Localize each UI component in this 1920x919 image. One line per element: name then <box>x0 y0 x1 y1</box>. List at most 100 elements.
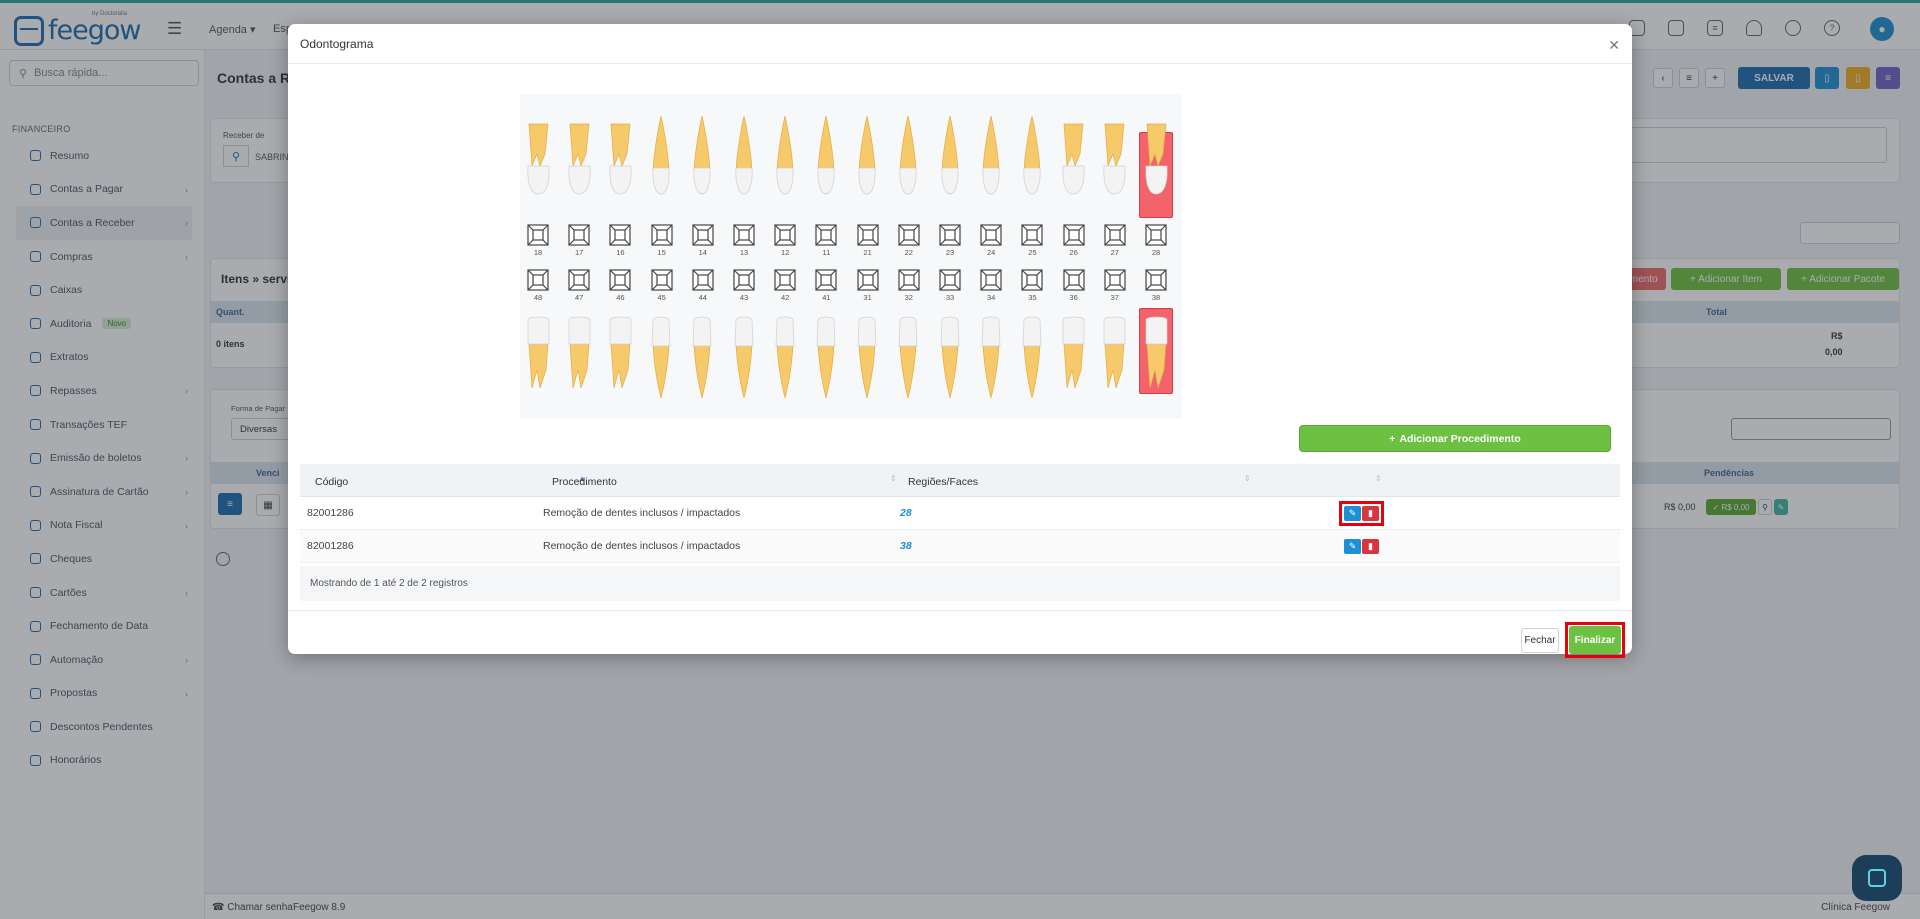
close-button[interactable]: Fechar <box>1521 628 1559 653</box>
tooth-11[interactable] <box>813 114 840 198</box>
tooth-faces-33[interactable] <box>939 269 961 291</box>
tooth-32[interactable] <box>895 316 922 400</box>
tooth-faces-36[interactable] <box>1062 269 1085 291</box>
tooth-faces-43[interactable] <box>733 269 755 291</box>
add-procedure-button[interactable]: + Adicionar Procedimento <box>1299 425 1611 452</box>
col-regioes[interactable]: Regiões/Faces <box>908 476 978 488</box>
tooth-faces-48[interactable] <box>527 269 549 291</box>
row-regiao-link[interactable]: 28 <box>900 507 912 519</box>
tooth-number: 31 <box>863 293 872 302</box>
table-row: 82001286 Remoção de dentes inclusos / im… <box>300 530 1620 563</box>
tooth-number: 24 <box>987 248 996 257</box>
tooth-number: 17 <box>575 248 584 257</box>
tooth-36[interactable] <box>1060 316 1087 400</box>
tooth-faces-25[interactable] <box>1021 224 1043 246</box>
tooth-faces-38[interactable] <box>1145 269 1167 291</box>
tooth-faces-16[interactable] <box>609 224 631 246</box>
tooth-43[interactable] <box>731 316 758 400</box>
tooth-17[interactable] <box>566 114 593 198</box>
tooth-33[interactable] <box>937 316 964 400</box>
tooth-faces-45[interactable] <box>650 269 673 291</box>
highlight-box <box>1339 501 1384 526</box>
tooth-44[interactable] <box>689 316 716 400</box>
tooth-number: 34 <box>987 293 996 302</box>
tooth-46[interactable] <box>607 316 634 400</box>
tooth-18[interactable] <box>525 114 552 198</box>
tooth-faces-46[interactable] <box>609 269 631 291</box>
tooth-number: 36 <box>1069 293 1078 302</box>
tooth-number: 12 <box>781 248 790 257</box>
tooth-number: 48 <box>533 293 543 302</box>
tooth-number: 25 <box>1028 248 1037 257</box>
tooth-faces-12[interactable] <box>774 224 796 246</box>
sort-icon[interactable]: ⇕ <box>1375 474 1382 483</box>
tooth-number: 35 <box>1028 293 1037 302</box>
tooth-number: 22 <box>904 248 913 257</box>
tooth-faces-23[interactable] <box>939 224 961 246</box>
tooth-12[interactable] <box>772 114 799 198</box>
tooth-number: 13 <box>739 248 749 257</box>
tooth-13[interactable] <box>731 114 758 198</box>
tooth-faces-11[interactable] <box>815 224 837 246</box>
tooth-faces-32[interactable] <box>898 269 920 291</box>
tooth-23[interactable] <box>937 114 964 198</box>
col-codigo[interactable]: Código <box>315 476 348 488</box>
tooth-faces-27[interactable] <box>1104 224 1126 246</box>
tooth-faces-21[interactable] <box>856 224 879 246</box>
tooth-21[interactable] <box>854 114 881 198</box>
tooth-number: 37 <box>1110 293 1119 302</box>
edit-icon[interactable]: ✎ <box>1344 538 1361 554</box>
tooth-28[interactable] <box>1143 114 1170 198</box>
row-regiao-link[interactable]: 38 <box>900 540 912 552</box>
tooth-faces-47[interactable] <box>568 269 590 291</box>
sort-icon[interactable]: ⇕ <box>1244 474 1251 483</box>
tooth-number: 21 <box>863 248 872 257</box>
tooth-faces-35[interactable] <box>1021 269 1043 291</box>
row-procedimento: Remoção de dentes inclusos / impactados <box>543 507 741 519</box>
tooth-faces-17[interactable] <box>568 224 590 246</box>
tooth-faces-22[interactable] <box>898 224 920 246</box>
tooth-faces-14[interactable] <box>692 224 714 246</box>
tooth-42[interactable] <box>772 316 799 400</box>
row-procedimento: Remoção de dentes inclusos / impactados <box>543 540 741 552</box>
tooth-15[interactable] <box>648 114 675 198</box>
tooth-faces-15[interactable] <box>650 224 673 246</box>
tooth-41[interactable] <box>813 316 840 400</box>
tooth-25[interactable] <box>1019 114 1046 198</box>
tooth-34[interactable] <box>978 316 1005 400</box>
trash-icon[interactable]: ▮ <box>1362 538 1379 554</box>
sort-icon[interactable]: ⇕ <box>890 474 897 483</box>
tooth-faces-42[interactable] <box>774 269 796 291</box>
tooth-faces-26[interactable] <box>1062 224 1085 246</box>
tooth-48[interactable] <box>525 316 552 400</box>
highlight-box <box>1565 622 1625 658</box>
table-header: Código ▲ Procedimento ⇕ Regiões/Faces ⇕ … <box>300 464 1620 497</box>
tooth-faces-37[interactable] <box>1104 269 1126 291</box>
col-procedimento[interactable]: Procedimento <box>552 476 617 488</box>
tooth-14[interactable] <box>689 114 716 198</box>
tooth-faces-31[interactable] <box>856 269 879 291</box>
close-icon[interactable]: ✕ <box>1608 37 1620 54</box>
tooth-31[interactable] <box>854 316 881 400</box>
support-chat-button[interactable] <box>1852 855 1902 901</box>
tooth-16[interactable] <box>607 114 634 198</box>
row-codigo: 82001286 <box>307 507 354 519</box>
tooth-22[interactable] <box>895 114 922 198</box>
tooth-number: 27 <box>1110 248 1119 257</box>
tooth-37[interactable] <box>1101 316 1128 400</box>
tooth-27[interactable] <box>1101 114 1128 198</box>
tooth-faces-41[interactable] <box>815 269 837 291</box>
tooth-faces-13[interactable] <box>733 224 755 246</box>
tooth-35[interactable] <box>1019 316 1046 400</box>
tooth-faces-28[interactable] <box>1145 224 1167 246</box>
tooth-faces-44[interactable] <box>692 269 714 291</box>
tooth-38[interactable] <box>1143 316 1170 400</box>
tooth-number: 38 <box>1151 293 1161 302</box>
tooth-26[interactable] <box>1060 114 1087 198</box>
tooth-45[interactable] <box>648 316 675 400</box>
tooth-faces-18[interactable] <box>527 224 549 246</box>
tooth-faces-24[interactable] <box>980 224 1002 246</box>
tooth-47[interactable] <box>566 316 593 400</box>
tooth-24[interactable] <box>978 114 1005 198</box>
tooth-faces-34[interactable] <box>980 269 1002 291</box>
